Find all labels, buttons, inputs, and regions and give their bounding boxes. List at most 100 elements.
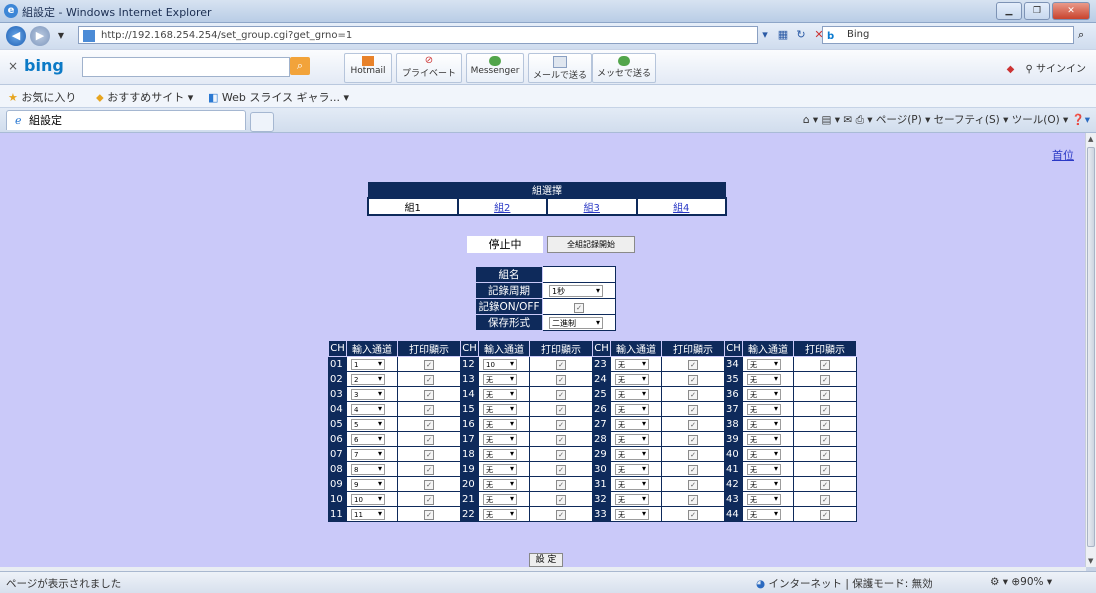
input-channel-select[interactable]: 无 [615,448,649,460]
input-channel-select[interactable]: 无 [615,418,649,430]
print-display-checkbox[interactable]: ✓ [424,464,434,475]
print-display-checkbox[interactable]: ✓ [424,419,434,430]
print-display-checkbox[interactable]: ✓ [424,449,434,460]
input-channel-select[interactable]: 10 [483,358,517,370]
input-channel-select[interactable]: 7 [351,448,385,460]
input-channel-select[interactable]: 无 [747,418,781,430]
group-tab-2[interactable]: 組2 [456,197,548,216]
group-tab-1[interactable]: 組1 [367,197,459,216]
search-field[interactable]: b Bing [822,26,1074,44]
private-button[interactable]: ⊘ プライベート [396,53,462,83]
url-field[interactable]: http://192.168.254.254/set_group.cgi?get… [78,26,758,44]
input-channel-select[interactable]: 2 [351,373,385,385]
print-display-checkbox[interactable]: ✓ [688,449,698,460]
input-channel-select[interactable]: 无 [483,478,517,490]
print-display-checkbox[interactable]: ✓ [556,449,566,460]
print-display-checkbox[interactable]: ✓ [820,389,830,400]
print-display-checkbox[interactable]: ✓ [556,434,566,445]
input-channel-select[interactable]: 无 [747,508,781,520]
print-display-checkbox[interactable]: ✓ [820,374,830,385]
print-display-checkbox[interactable]: ✓ [688,404,698,415]
search-icon[interactable]: ⌕ [1078,28,1084,42]
input-channel-select[interactable]: 无 [615,388,649,400]
print-display-checkbox[interactable]: ✓ [688,494,698,505]
input-channel-select[interactable]: 无 [615,373,649,385]
group-tab-3[interactable]: 組3 [546,197,638,216]
print-display-checkbox[interactable]: ✓ [556,494,566,505]
input-channel-select[interactable]: 无 [483,493,517,505]
print-display-checkbox[interactable]: ✓ [424,374,434,385]
send-mail-button[interactable]: メールで送る [528,53,592,83]
back-button[interactable]: ◀ [6,26,26,46]
print-display-checkbox[interactable]: ✓ [424,479,434,490]
help-icon[interactable]: ❓▾ [1072,114,1090,126]
print-display-checkbox[interactable]: ✓ [424,509,434,520]
compat-icon[interactable]: ▦ [776,26,790,44]
scroll-thumb[interactable] [1087,147,1095,547]
top-link[interactable]: 首位 [1052,147,1074,163]
new-tab-button[interactable] [250,112,274,132]
print-display-checkbox[interactable]: ✓ [820,449,830,460]
record-onoff-checkbox[interactable]: ✓ [574,302,584,313]
input-channel-select[interactable]: 无 [615,493,649,505]
input-channel-select[interactable]: 6 [351,433,385,445]
input-channel-select[interactable]: 3 [351,388,385,400]
close-button[interactable]: ✕ [1052,2,1090,20]
input-channel-select[interactable]: 无 [615,433,649,445]
print-display-checkbox[interactable]: ✓ [424,389,434,400]
print-display-checkbox[interactable]: ✓ [424,359,434,370]
input-channel-select[interactable]: 无 [747,388,781,400]
scroll-down-icon[interactable]: ▼ [1088,557,1093,565]
print-display-checkbox[interactable]: ✓ [688,419,698,430]
web-slice-link[interactable]: ◧ Web スライス ギャラ... ▾ [208,89,349,105]
tab-current[interactable]: ℯ 組設定 [6,110,246,130]
interval-select[interactable]: 1秒 [549,284,603,297]
print-display-checkbox[interactable]: ✓ [688,374,698,385]
print-display-checkbox[interactable]: ✓ [820,419,830,430]
input-channel-select[interactable]: 5 [351,418,385,430]
input-channel-select[interactable]: 4 [351,403,385,415]
print-display-checkbox[interactable]: ✓ [556,464,566,475]
input-channel-select[interactable]: 无 [747,373,781,385]
print-display-checkbox[interactable]: ✓ [556,509,566,520]
home-icon[interactable]: ⌂ ▾ [803,114,822,126]
print-display-checkbox[interactable]: ✓ [424,434,434,445]
feeds-icon[interactable]: ▤ ▾ [822,114,844,126]
recommended-sites-link[interactable]: ⬥ おすすめサイト ▾ [96,89,193,105]
print-display-checkbox[interactable]: ✓ [820,464,830,475]
print-display-checkbox[interactable]: ✓ [424,494,434,505]
input-channel-select[interactable]: 无 [747,403,781,415]
print-display-checkbox[interactable]: ✓ [688,434,698,445]
print-display-checkbox[interactable]: ✓ [820,479,830,490]
signin-link[interactable]: サインイン [1036,64,1086,75]
messenger-button[interactable]: Messenger [466,53,524,83]
print-display-checkbox[interactable]: ✓ [556,479,566,490]
print-display-checkbox[interactable]: ✓ [820,494,830,505]
input-channel-select[interactable]: 无 [615,463,649,475]
vertical-scrollbar[interactable]: ▲ ▼ [1085,133,1096,567]
print-icon[interactable]: ⎙ ▾ [856,114,876,126]
command-menus[interactable]: ページ(P) ▾ セーフティ(S) ▾ ツール(O) ▾ [876,114,1068,126]
print-display-checkbox[interactable]: ✓ [820,404,830,415]
print-display-checkbox[interactable]: ✓ [820,359,830,370]
input-channel-select[interactable]: 8 [351,463,385,475]
input-channel-select[interactable]: 无 [483,448,517,460]
mail-read-icon[interactable]: ✉ [843,114,855,126]
print-display-checkbox[interactable]: ✓ [556,404,566,415]
dropdown-icon[interactable]: ▾ [758,26,772,44]
scroll-up-icon[interactable]: ▲ [1088,135,1093,143]
print-display-checkbox[interactable]: ✓ [556,419,566,430]
input-channel-select[interactable]: 无 [483,418,517,430]
print-display-checkbox[interactable]: ✓ [688,464,698,475]
favorites-button[interactable]: ★ お気に入り [8,89,76,105]
start-all-button[interactable]: 全組記録開始 [547,236,635,253]
input-channel-select[interactable]: 无 [615,358,649,370]
history-dropdown-icon[interactable]: ▼ [54,26,68,46]
forward-button[interactable]: ▶ [30,26,50,46]
minimize-button[interactable]: ▁ [996,2,1022,20]
input-channel-select[interactable]: 10 [351,493,385,505]
input-channel-select[interactable]: 无 [483,508,517,520]
input-channel-select[interactable]: 无 [747,358,781,370]
input-channel-select[interactable]: 无 [747,433,781,445]
input-channel-select[interactable]: 无 [483,388,517,400]
